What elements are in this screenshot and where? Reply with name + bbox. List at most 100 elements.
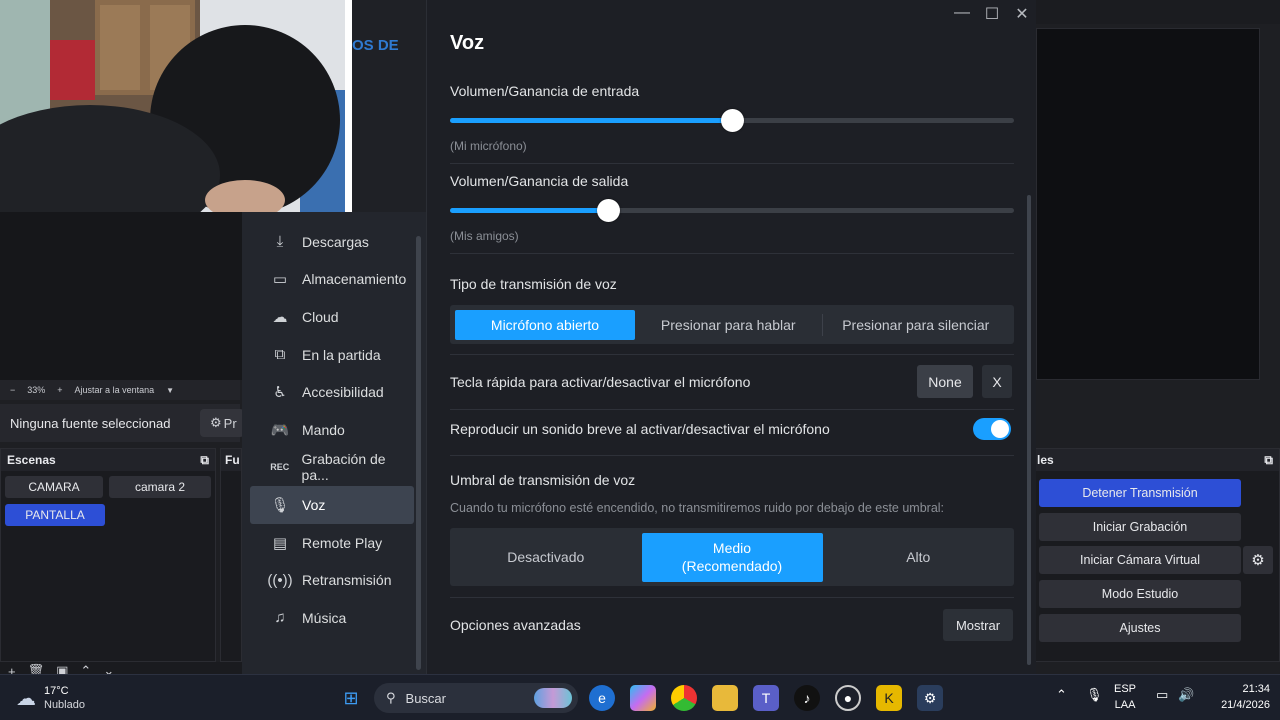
overlay-icon: ⧉ bbox=[274, 346, 286, 364]
steam-icon[interactable]: ⚙ bbox=[917, 685, 943, 711]
taskbar-search[interactable]: ⚲ Buscar bbox=[374, 683, 578, 713]
cloud-icon: ☁ bbox=[16, 687, 36, 710]
divider bbox=[450, 409, 1014, 410]
sidebar-scrollbar[interactable] bbox=[416, 236, 421, 670]
edge-icon[interactable]: e bbox=[589, 685, 615, 711]
virtual-camera-settings-gear-icon[interactable]: ⚙ bbox=[1243, 546, 1273, 574]
sound-toggle[interactable] bbox=[973, 418, 1011, 440]
undock-icon[interactable]: ⧉ bbox=[200, 453, 209, 468]
input-volume-slider[interactable] bbox=[450, 109, 1014, 132]
chrome-icon[interactable] bbox=[671, 685, 697, 711]
fit-window-label[interactable]: Ajustar a la ventana bbox=[75, 385, 155, 395]
divider bbox=[450, 455, 1014, 456]
tray-chevron-icon[interactable]: ⌃ bbox=[1056, 687, 1067, 703]
tx-option-open-mic[interactable]: Micrófono abierto bbox=[455, 309, 635, 340]
input-volume-knob[interactable] bbox=[721, 109, 744, 132]
scene-camara-2[interactable]: camara 2 bbox=[109, 476, 211, 498]
studio-mode-button[interactable]: Modo Estudio bbox=[1039, 580, 1241, 608]
tiktok-icon[interactable]: ♪ bbox=[794, 685, 820, 711]
language-indicator[interactable]: ESP LAA bbox=[1114, 681, 1136, 713]
toggle-knob bbox=[991, 420, 1009, 438]
zoom-in-icon[interactable]: + bbox=[57, 385, 62, 395]
obs-preview bbox=[1036, 28, 1260, 380]
sidebar-item-grabacion[interactable]: REC Grabación de pa... bbox=[250, 449, 414, 487]
hotkey-label: Tecla rápida para activar/desactivar el … bbox=[450, 374, 751, 390]
weather-temp: 17°C bbox=[44, 685, 69, 697]
advanced-label: Opciones avanzadas bbox=[450, 617, 581, 633]
gamepad-icon: 🎮 bbox=[270, 421, 290, 439]
weather-widget[interactable]: ☁ 17°C Nublado bbox=[16, 684, 85, 712]
minimize-icon[interactable]: — bbox=[954, 4, 970, 24]
sidebar-item-accesibilidad[interactable]: ♿ Accesibilidad bbox=[250, 373, 414, 411]
maximize-icon[interactable]: ☐ bbox=[984, 4, 1000, 24]
settings-button[interactable]: Ajustes bbox=[1039, 614, 1241, 642]
sidebar-item-mando[interactable]: 🎮 Mando bbox=[250, 411, 414, 449]
start-recording-button[interactable]: Iniciar Grabación bbox=[1039, 513, 1241, 541]
stop-stream-button[interactable]: Detener Transmisión bbox=[1039, 479, 1241, 507]
taskbar: ☁ 17°C Nublado ⊞ ⚲ Buscar e T ♪ ● K ⚙ ⌃ … bbox=[0, 674, 1280, 720]
windows-start-icon[interactable]: ⊞ bbox=[338, 685, 364, 711]
chevron-down-icon[interactable]: ▼ bbox=[166, 386, 174, 395]
start-virtual-camera-button[interactable]: Iniciar Cámara Virtual bbox=[1039, 546, 1241, 574]
cloud-icon: ☁ bbox=[272, 308, 288, 326]
tx-type-selector: Micrófono abierto Presionar para hablar … bbox=[450, 305, 1014, 344]
voice-settings-panel: — ☐ ✕ Voz Volumen/Ganancia de entrada (M… bbox=[426, 0, 1036, 674]
zoom-out-icon[interactable]: − bbox=[10, 385, 15, 395]
download-icon: ⤓ bbox=[276, 233, 284, 251]
teams-icon[interactable]: T bbox=[753, 685, 779, 711]
sidebar-item-en-la-partida[interactable]: ⧉ En la partida bbox=[250, 336, 414, 374]
sidebar-item-almacenamiento[interactable]: ▭ Almacenamiento bbox=[250, 261, 414, 299]
search-icon: ⚲ bbox=[386, 690, 396, 705]
hotkey-none-button[interactable]: None bbox=[917, 365, 973, 398]
obs-zoom-bar: − 33% + Ajustar a la ventana ▼ bbox=[0, 380, 240, 400]
obs-icon[interactable]: ● bbox=[835, 685, 861, 711]
weather-desc: Nublado bbox=[44, 699, 85, 711]
volume-icon[interactable]: 🔊 bbox=[1178, 687, 1194, 703]
microphone-icon: 🎙 bbox=[270, 496, 290, 514]
search-highlight-icon bbox=[534, 688, 572, 708]
close-icon[interactable]: ✕ bbox=[1014, 4, 1030, 24]
tx-option-push-to-mute[interactable]: Presionar para silenciar bbox=[823, 308, 1010, 341]
output-volume-slider[interactable] bbox=[450, 199, 1014, 222]
drive-icon: ▭ bbox=[272, 271, 288, 289]
tx-option-push-to-talk[interactable]: Presionar para hablar bbox=[635, 308, 822, 341]
clock[interactable]: 21:34 21/4/2026 bbox=[1210, 681, 1270, 713]
file-explorer-icon[interactable] bbox=[712, 685, 738, 711]
obs-properties-button[interactable]: ⚙ Pr bbox=[200, 409, 244, 437]
input-volume-label: Volumen/Ganancia de entrada bbox=[450, 83, 640, 99]
threshold-option-medium[interactable]: Medio (Recomendado) bbox=[641, 532, 823, 582]
sidebar-item-descargas[interactable]: ⤓ Descargas bbox=[250, 223, 414, 261]
monitor-icon: ▤ bbox=[272, 534, 288, 552]
steam-settings-sidebar: ⤓ Descargas ▭ Almacenamiento ☁ Cloud ⧉ En la… bbox=[242, 212, 426, 674]
page-title: Voz bbox=[450, 32, 485, 54]
undock-icon[interactable]: ⧉ bbox=[1264, 453, 1273, 468]
sidebar-item-cloud[interactable]: ☁ Cloud bbox=[250, 298, 414, 336]
scene-camara[interactable]: CAMARA bbox=[5, 476, 103, 498]
sidebar-item-musica[interactable]: ♫ Música bbox=[250, 599, 414, 637]
controls-title: les bbox=[1037, 453, 1054, 467]
divider bbox=[450, 354, 1014, 355]
copilot-icon[interactable] bbox=[630, 685, 656, 711]
main-scrollbar[interactable] bbox=[1027, 195, 1031, 665]
output-volume-fill bbox=[450, 208, 608, 213]
threshold-option-off[interactable]: Desactivado bbox=[450, 528, 642, 586]
hand-cursor-icon: ☝ bbox=[603, 203, 614, 223]
network-icon[interactable]: ▭ bbox=[1156, 687, 1168, 703]
zoom-level: 33% bbox=[27, 385, 46, 395]
threshold-option-high[interactable]: Alto bbox=[823, 528, 1015, 586]
scenes-title: Escenas bbox=[7, 453, 56, 467]
divider bbox=[450, 597, 1014, 598]
sidebar-item-retransmision[interactable]: ((•)) Retransmisión bbox=[250, 561, 414, 599]
show-advanced-button[interactable]: Mostrar bbox=[943, 609, 1013, 641]
hotkey-clear-button[interactable]: X bbox=[982, 365, 1012, 398]
threshold-desc: Cuando tu micrófono esté encendido, no t… bbox=[450, 501, 945, 515]
app-icon[interactable]: K bbox=[876, 685, 902, 711]
broadcast-icon: ((•)) bbox=[267, 571, 293, 589]
sound-toggle-label: Reproducir un sonido breve al activar/de… bbox=[450, 421, 830, 437]
microphone-tray-icon[interactable]: 🎙 bbox=[1086, 687, 1103, 703]
sidebar-item-remote-play[interactable]: ▤ Remote Play bbox=[250, 524, 414, 562]
webcam-feed bbox=[0, 0, 352, 212]
scene-pantalla[interactable]: PANTALLA bbox=[5, 504, 105, 526]
tx-type-label: Tipo de transmisión de voz bbox=[450, 276, 617, 292]
sidebar-item-voz[interactable]: 🎙 Voz bbox=[250, 486, 414, 524]
